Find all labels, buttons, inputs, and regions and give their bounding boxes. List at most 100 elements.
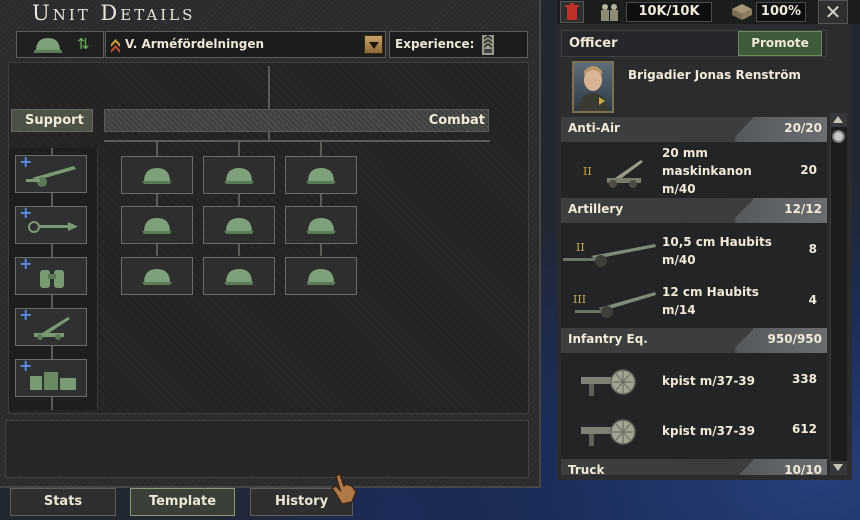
submachine-gun-icon (581, 419, 636, 446)
infantry-helmet-icon (224, 218, 254, 234)
support-slot-logistics[interactable]: + (15, 356, 87, 397)
support-slot-anti-tank[interactable]: + (15, 203, 87, 244)
category-count: 10/10 (784, 463, 822, 475)
equipment-count: 612 (791, 422, 817, 436)
infantry-helmet-icon (306, 168, 336, 184)
combat-slot-infantry[interactable] (285, 156, 357, 194)
rank-chevron-icon (111, 39, 120, 53)
experience-box: Experience: (389, 31, 528, 58)
infantry-helmet-icon (224, 168, 254, 184)
category-anti-air: Anti-Air 20/20 (561, 117, 827, 142)
combat-slot-infantry[interactable] (203, 257, 275, 295)
equipment-row: kpist m/37-39 338 (561, 357, 827, 407)
category-name: Anti-Air (568, 121, 620, 135)
experience-rank-icon (482, 35, 494, 55)
tier-label: II (583, 165, 592, 178)
equipment-percent: 100% (756, 2, 806, 22)
combat-section-label: Combat (428, 113, 485, 128)
equipment-name-line: m/40 (662, 253, 696, 267)
category-name: Artillery (568, 202, 624, 216)
equipment-name-line: maskinkanon (662, 164, 752, 178)
tree-connector (238, 194, 240, 206)
officer-portrait-image (578, 66, 608, 111)
anti-air-icon (34, 317, 70, 340)
officer-label: Officer (569, 36, 618, 51)
support-column: + + + + + (9, 148, 98, 410)
combat-slot-infantry[interactable] (121, 156, 193, 194)
close-button[interactable]: ✕ (818, 0, 848, 24)
equipment-name-line: m/14 (662, 303, 696, 317)
officer-name: Brigadier Jonas Renström (628, 68, 801, 82)
equipment-count: 338 (791, 372, 817, 386)
artillery-icon (26, 166, 76, 187)
combat-slot-infantry[interactable] (121, 206, 193, 244)
howitzer-icon (563, 244, 656, 267)
manpower-icon (601, 4, 618, 21)
tree-connector (320, 194, 322, 206)
scroll-down-button[interactable] (830, 461, 847, 475)
tree-connector (156, 194, 158, 206)
tab-template[interactable]: Template (130, 488, 235, 516)
unit-name-dropdown-button[interactable] (364, 35, 383, 54)
window-title: Unit Details (32, 1, 196, 25)
equipment-name: kpist m/37-39 (662, 374, 756, 388)
anti-air-gun-icon (607, 160, 643, 188)
infantry-helmet-icon (142, 269, 172, 285)
unit-name-field[interactable]: V. Arméfördelningen (105, 31, 386, 58)
hand-cursor-icon (330, 472, 357, 505)
close-icon: ✕ (824, 0, 842, 24)
tree-connector (320, 140, 322, 156)
combat-slot-infantry[interactable] (121, 257, 193, 295)
equipment-name: kpist m/37-39 (662, 424, 756, 438)
category-name: Truck (568, 463, 605, 475)
equipment-name-line: 12 cm Haubits (662, 285, 759, 299)
equipment-row: kpist m/37-39 612 (561, 407, 827, 457)
infantry-helmet-icon (142, 168, 172, 184)
infantry-helmet-icon (142, 218, 172, 234)
equipment-count: 4 (808, 293, 817, 307)
equipment-count: 20 (800, 163, 817, 177)
category-count: 20/20 (784, 121, 822, 135)
equipment-list[interactable]: Anti-Air 20/20 II 20 mm maskinkanon m/40… (561, 117, 827, 475)
tree-connector (156, 140, 158, 156)
tree-connector (238, 140, 240, 156)
tab-stats[interactable]: Stats (10, 488, 116, 516)
category-truck: Truck 10/10 (561, 459, 827, 475)
support-slot-anti-air[interactable]: + (15, 305, 87, 346)
disband-button[interactable] (560, 1, 584, 23)
infantry-helmet-icon (306, 269, 336, 285)
reorganize-icon: ⇅ (77, 35, 90, 53)
category-name: Infantry Eq. (568, 332, 648, 346)
equipment-name-line: m/40 (662, 182, 696, 196)
unit-details-panel: Unit Details ⇅ V. Arméfördelningen Exper… (0, 0, 541, 488)
anti-tank-icon (28, 221, 78, 233)
support-slot-artillery[interactable]: + (15, 152, 87, 193)
combat-slot-infantry[interactable] (203, 206, 275, 244)
unit-info-bar (5, 420, 529, 478)
unit-type-selector[interactable]: ⇅ (16, 31, 104, 58)
combat-slot-infantry[interactable] (203, 156, 275, 194)
infantry-helmet-icon (306, 218, 336, 234)
combat-slot-infantry[interactable] (285, 257, 357, 295)
promote-button[interactable]: Promote (738, 31, 822, 56)
equipment-row: II 10,5 cm Haubits m/40 8 (561, 228, 827, 278)
scroll-thumb[interactable] (832, 130, 845, 143)
scroll-up-button[interactable] (830, 113, 847, 127)
support-slot-recon[interactable]: + (15, 254, 87, 295)
combat-section-bar: Combat (104, 109, 489, 132)
equipment-name-line: 10,5 cm Haubits (662, 235, 772, 249)
manpower-value: 10K/10K (626, 2, 712, 22)
combat-slot-infantry[interactable] (285, 206, 357, 244)
category-count: 12/12 (784, 202, 822, 216)
tree-connector (156, 244, 158, 256)
infantry-helmet-icon (224, 269, 254, 285)
officer-portrait[interactable] (572, 61, 614, 113)
howitzer-icon (575, 292, 656, 318)
category-infantry-equipment: Infantry Eq. 950/950 (561, 328, 827, 353)
logistics-icon (30, 372, 76, 390)
equipment-scrollbar[interactable] (830, 113, 847, 475)
category-count: 950/950 (767, 332, 822, 346)
submachine-gun-icon (581, 369, 636, 396)
unit-header: ⇅ V. Arméfördelningen Experience: (14, 31, 528, 59)
trash-icon (565, 3, 579, 20)
